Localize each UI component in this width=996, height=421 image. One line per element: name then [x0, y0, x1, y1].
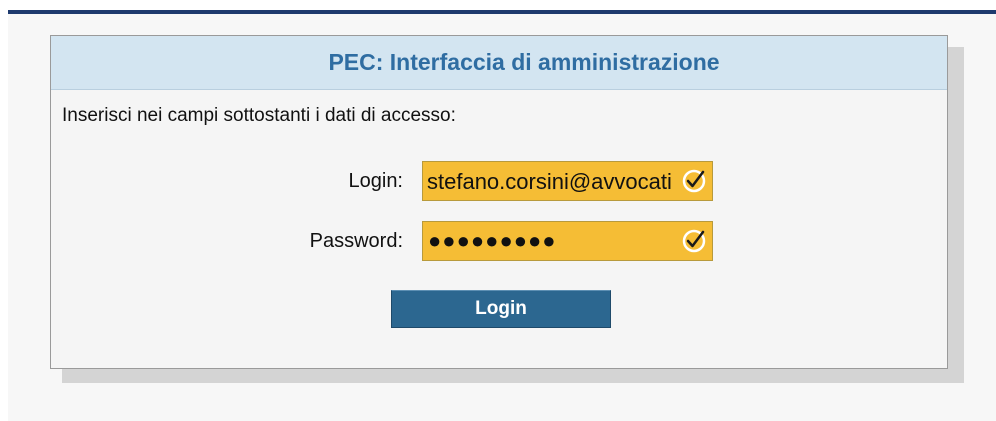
login-label: Login:: [348, 170, 404, 192]
password-label: Password:: [309, 230, 403, 252]
panel-header: PEC: Interfaccia di amministrazione: [51, 36, 947, 90]
admin-login-panel: PEC: Interfaccia di amministrazione Inse…: [50, 35, 948, 369]
login-row: Login: stefano.corsini@avvocati: [51, 161, 947, 201]
checkmark-circle-icon: [682, 169, 706, 193]
checkmark-circle-icon: [682, 229, 706, 253]
login-input-value: stefano.corsini@avvocati: [427, 169, 672, 194]
page-title: PEC: Interfaccia di amministrazione: [328, 49, 720, 75]
password-input-value: ●●●●●●●●●: [428, 228, 557, 253]
password-input[interactable]: ●●●●●●●●●: [422, 221, 713, 261]
login-input[interactable]: stefano.corsini@avvocati: [422, 161, 713, 201]
login-button[interactable]: Login: [391, 290, 611, 328]
login-instructions: Inserisci nei campi sottostanti i dati d…: [62, 105, 456, 126]
password-row: Password: ●●●●●●●●●: [51, 221, 947, 261]
